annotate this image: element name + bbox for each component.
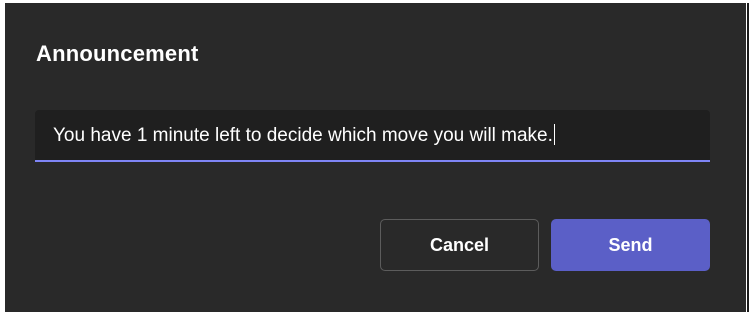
send-button[interactable]: Send (551, 219, 710, 271)
window-edge (747, 3, 749, 312)
announcement-input-value: You have 1 minute left to decide which m… (53, 125, 553, 146)
announcement-input[interactable]: You have 1 minute left to decide which m… (35, 110, 710, 162)
text-caret (553, 124, 555, 145)
dialog-title: Announcement (36, 41, 199, 66)
send-button-label: Send (608, 234, 653, 255)
announcement-input-text[interactable]: You have 1 minute left to decide which m… (53, 124, 555, 147)
cancel-button[interactable]: Cancel (380, 219, 539, 271)
screen: Announcement You have 1 minute left to d… (0, 0, 752, 312)
cancel-button-label: Cancel (429, 234, 490, 255)
announcement-dialog: Announcement You have 1 minute left to d… (5, 3, 746, 312)
